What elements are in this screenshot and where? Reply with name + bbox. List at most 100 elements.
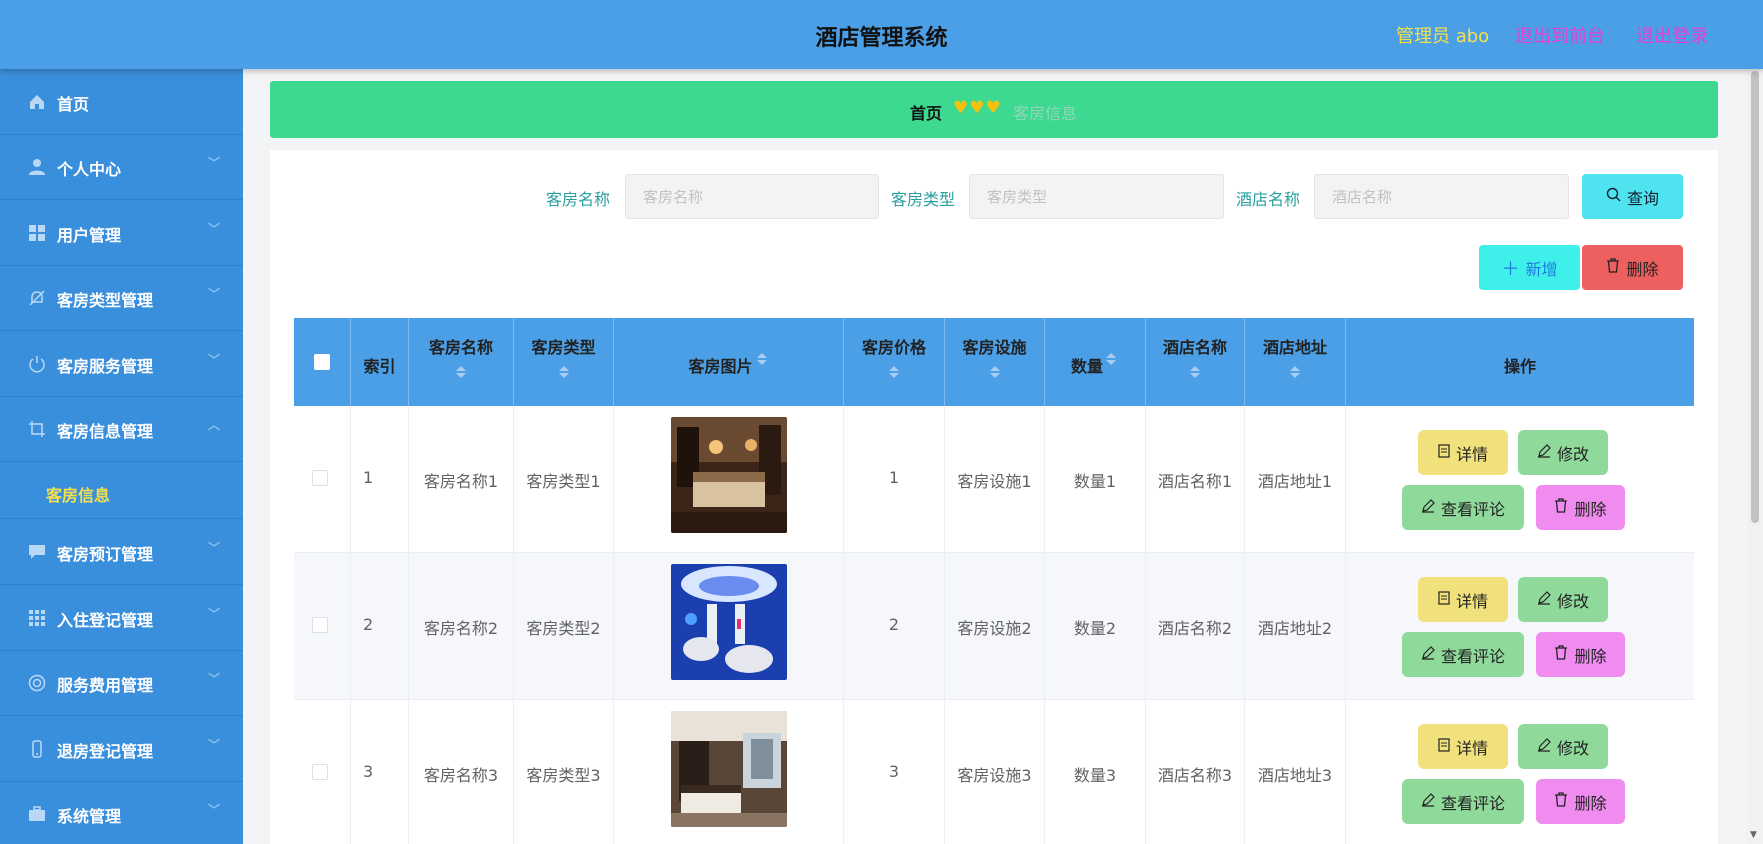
- sidebar-item-room-service-management[interactable]: 客房服务管理 ﹀: [0, 331, 243, 397]
- cell-hotel-address: 酒店地址1: [1257, 472, 1333, 491]
- chevron-up-icon: ︿: [208, 418, 221, 432]
- sidebar-item-service-fee-management[interactable]: 服务费用管理 ﹀: [0, 650, 243, 716]
- exit-to-frontend-link[interactable]: 退出到前台: [1515, 22, 1605, 48]
- column-header-operations: 操作: [1503, 357, 1536, 376]
- cell-price: 1: [888, 468, 900, 487]
- sort-icon[interactable]: [757, 353, 767, 365]
- select-all-checkbox[interactable]: [314, 354, 330, 370]
- edit-button[interactable]: 修改: [1518, 724, 1608, 769]
- column-header-room-image[interactable]: 客房图片: [614, 318, 844, 406]
- hotel-name-label: 酒店名称: [1236, 190, 1301, 209]
- room-type-input[interactable]: [969, 174, 1224, 219]
- row-checkbox[interactable]: [312, 617, 328, 633]
- view-reviews-button[interactable]: 查看评论: [1402, 632, 1524, 677]
- cell-price: 2: [888, 615, 900, 634]
- room-image[interactable]: [671, 711, 787, 827]
- sidebar-item-label: 客房预订管理: [57, 545, 154, 564]
- column-header-room-name[interactable]: 客房名称: [409, 318, 514, 406]
- apps-icon: [27, 608, 47, 628]
- detail-button[interactable]: 详情: [1418, 577, 1508, 622]
- sidebar: 首页 个人中心 ﹀ 用户管理 ﹀ 客房类型管理 ﹀ 客房服务管理 ﹀ 客房信息管…: [0, 69, 243, 844]
- sidebar-item-label: 客房信息管理: [57, 422, 154, 441]
- room-image[interactable]: [671, 564, 787, 680]
- hotel-name-input[interactable]: [1314, 174, 1569, 219]
- sidebar-item-label: 系统管理: [57, 807, 122, 826]
- view-reviews-button[interactable]: 查看评论: [1402, 779, 1524, 824]
- sidebar-item-room-booking-management[interactable]: 客房预订管理 ﹀: [0, 519, 243, 585]
- add-button[interactable]: ＋ 新增: [1479, 245, 1580, 290]
- sort-icon[interactable]: [559, 366, 569, 378]
- sidebar-item-home[interactable]: 首页: [0, 69, 243, 135]
- column-header-price[interactable]: 客房价格: [844, 318, 945, 406]
- delete-button[interactable]: 删除: [1536, 779, 1625, 824]
- breadcrumb-home[interactable]: 首页: [910, 100, 942, 124]
- detail-button[interactable]: 详情: [1418, 430, 1508, 475]
- edit-icon: [1421, 792, 1435, 811]
- sort-icon[interactable]: [990, 366, 1000, 378]
- column-header-facilities[interactable]: 客房设施: [945, 318, 1045, 406]
- sidebar-item-label: 入住登记管理: [57, 611, 154, 630]
- home-icon: [27, 92, 47, 112]
- sidebar-item-room-info-management[interactable]: 客房信息管理 ︿: [0, 396, 243, 462]
- cell-hotel-name: 酒店名称2: [1157, 619, 1233, 638]
- cell-room-name: 客房名称1: [423, 472, 499, 491]
- scroll-down-arrow-icon[interactable]: ▼: [1750, 830, 1757, 840]
- sidebar-subitem-room-info[interactable]: 客房信息: [0, 462, 243, 519]
- view-reviews-button[interactable]: 查看评论: [1402, 485, 1524, 530]
- table-header: 索引 客房名称 客房类型 客房图片 客房价格 客房设施 数量 酒店名称 酒店地址…: [294, 318, 1694, 406]
- scrollbar-thumb[interactable]: [1751, 71, 1759, 523]
- column-header-quantity[interactable]: 数量: [1045, 318, 1146, 406]
- sort-icon[interactable]: [1290, 366, 1300, 378]
- room-image[interactable]: [671, 417, 787, 533]
- row-checkbox[interactable]: [312, 764, 328, 780]
- trash-icon: [1554, 792, 1568, 811]
- edit-button[interactable]: 修改: [1518, 577, 1608, 622]
- row-checkbox[interactable]: [312, 470, 328, 486]
- cell-room-type: 客房类型1: [526, 472, 601, 491]
- column-header-room-type[interactable]: 客房类型: [514, 318, 614, 406]
- sort-icon[interactable]: [1190, 366, 1200, 378]
- chevron-down-icon: ﹀: [208, 353, 221, 367]
- crop-icon: [27, 419, 47, 439]
- chevron-down-icon: ﹀: [208, 156, 221, 170]
- plus-icon: ＋: [1501, 258, 1520, 280]
- detail-button[interactable]: 详情: [1418, 724, 1508, 769]
- cell-facilities: 客房设施1: [957, 472, 1032, 491]
- power-icon: [27, 354, 47, 374]
- sort-icon[interactable]: [1106, 353, 1116, 365]
- delete-button[interactable]: 删除: [1536, 632, 1625, 677]
- sidebar-item-personal-center[interactable]: 个人中心 ﹀: [0, 134, 243, 200]
- edit-button[interactable]: 修改: [1518, 430, 1608, 475]
- grid-icon: [27, 223, 47, 243]
- user-icon: [27, 157, 47, 177]
- cell-index: 1: [363, 468, 374, 487]
- sidebar-item-user-management[interactable]: 用户管理 ﹀: [0, 200, 243, 266]
- cell-quantity: 数量3: [1073, 766, 1117, 785]
- column-header-hotel-name[interactable]: 酒店名称: [1146, 318, 1245, 406]
- batch-delete-label: 删除: [1626, 259, 1659, 279]
- trash-icon: [1554, 645, 1568, 664]
- cell-facilities: 客房设施2: [957, 619, 1032, 638]
- cell-quantity: 数量1: [1073, 472, 1117, 491]
- sort-icon[interactable]: [456, 366, 466, 378]
- delete-button[interactable]: 删除: [1536, 485, 1625, 530]
- sort-icon[interactable]: [889, 366, 899, 378]
- query-button[interactable]: 查询: [1582, 174, 1683, 219]
- bell-off-icon: [27, 288, 47, 308]
- room-name-input[interactable]: [625, 174, 879, 219]
- column-header-hotel-address[interactable]: 酒店地址: [1245, 318, 1346, 406]
- chevron-down-icon: ﹀: [208, 287, 221, 301]
- sidebar-item-room-type-management[interactable]: 客房类型管理 ﹀: [0, 265, 243, 331]
- edit-icon: [1537, 443, 1551, 462]
- batch-delete-button[interactable]: 删除: [1582, 245, 1683, 290]
- sidebar-item-checkout-management[interactable]: 退房登记管理 ﹀: [0, 716, 243, 782]
- page-scrollbar[interactable]: ▼: [1747, 69, 1763, 844]
- cell-room-name: 客房名称2: [423, 619, 499, 638]
- chevron-down-icon: ﹀: [208, 672, 221, 686]
- edit-icon: [1537, 590, 1551, 609]
- room-type-label: 客房类型: [891, 190, 956, 209]
- briefcase-icon: [27, 804, 47, 824]
- logout-link[interactable]: 退出登录: [1636, 22, 1708, 48]
- sidebar-item-system-management[interactable]: 系统管理 ﹀: [0, 781, 243, 844]
- sidebar-item-checkin-management[interactable]: 入住登记管理 ﹀: [0, 585, 243, 651]
